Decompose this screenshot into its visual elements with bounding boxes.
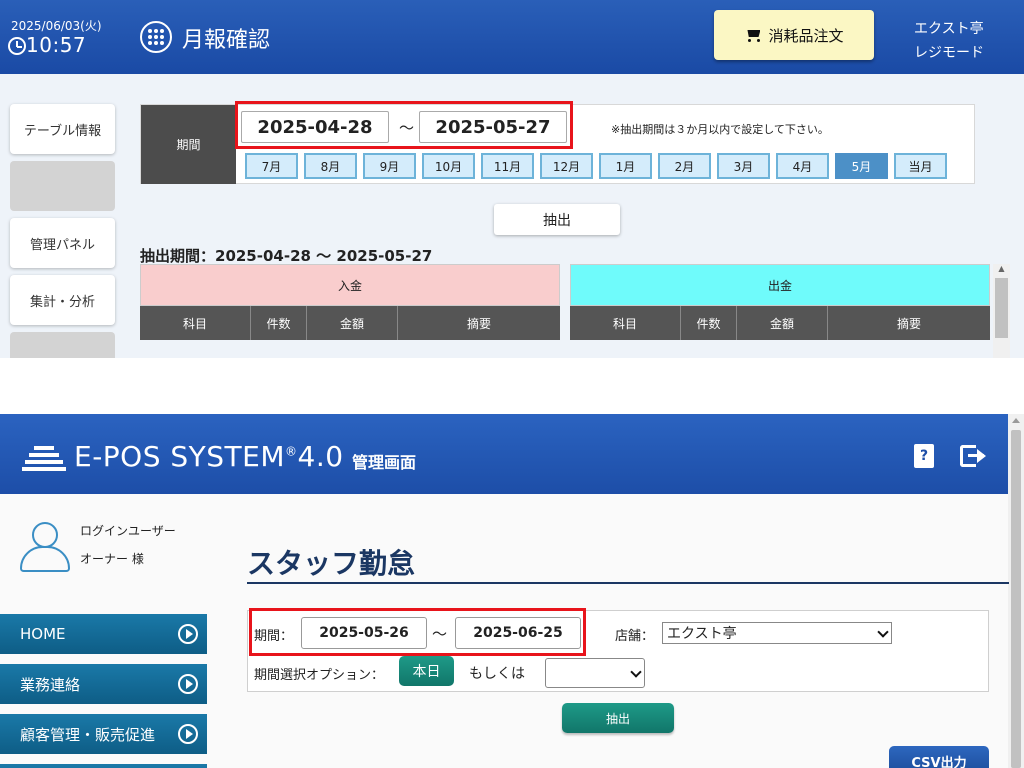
nav-item-label: 業務連絡 [20, 675, 81, 694]
extract-period-label: 抽出期間：2025-04-28 ～ 2025-05-27 [140, 247, 433, 265]
outgo-table: 出金 科目 件数 金額 摘要 [570, 264, 990, 358]
month-button[interactable]: 1月 [599, 153, 652, 179]
shop-name: エクスト亭 [914, 21, 984, 37]
month-button[interactable]: 11月 [481, 153, 534, 179]
column-header: 摘要 [896, 316, 921, 331]
nav-item-label: 顧客管理・販売促進 [20, 725, 156, 744]
logo-mark-icon [22, 446, 66, 472]
user-avatar-icon [20, 522, 70, 572]
today-button[interactable]: 本日 [399, 656, 454, 686]
scroll-thumb[interactable] [995, 278, 1008, 338]
logout-icon[interactable] [958, 443, 988, 469]
chevron-down-icon [630, 666, 642, 678]
outgo-header: 出金 [570, 264, 990, 306]
income-table: 入金 科目 件数 金額 摘要 [140, 264, 560, 358]
scroll-thumb[interactable] [1011, 430, 1021, 768]
logo-text: E-POS SYSTEM®4.0 [74, 440, 344, 473]
income-column-headers: 科目 件数 金額 摘要 [140, 306, 560, 340]
menu-grid-icon[interactable] [140, 21, 172, 53]
store-select[interactable]: エクスト亭 [662, 622, 892, 644]
sidebar-item-blank[interactable] [10, 161, 115, 211]
outgo-column-headers: 科目 件数 金額 摘要 [570, 306, 990, 340]
month-button[interactable]: 4月 [776, 153, 829, 179]
cart-icon [744, 28, 762, 42]
column-header: 件数 [681, 306, 737, 340]
table-scrollbar[interactable]: ▲ [993, 264, 1010, 358]
page-title: スタッフ勤怠 [247, 547, 416, 580]
play-circle-icon [178, 624, 198, 644]
title-divider [247, 582, 1009, 584]
month-button-active[interactable]: 5月 [835, 153, 888, 179]
nav-item-home[interactable]: HOME [0, 614, 207, 654]
column-header: 科目 [140, 306, 251, 340]
or-label: もしくは [469, 666, 525, 682]
order-supplies-label: 消耗品注文 [768, 26, 844, 45]
period-label: 期間 [141, 105, 236, 184]
nav-item-next[interactable] [0, 764, 207, 768]
scroll-up-icon[interactable] [1012, 418, 1020, 423]
month-button[interactable]: 12月 [540, 153, 593, 179]
nav-item-label: HOME [20, 625, 66, 643]
admin-label: 管理画面 [352, 453, 417, 472]
order-supplies-button[interactable]: 消耗品注文 [714, 10, 874, 60]
column-header: 科目 [570, 306, 681, 340]
store-label: 店舗： [615, 629, 655, 644]
csv-export-button[interactable]: CSV出力 [889, 746, 989, 768]
column-header: 金額 [737, 306, 828, 340]
extract-button[interactable]: 抽出 [562, 703, 674, 733]
column-header: 件数 [251, 306, 307, 340]
staff-attendance-screen: E-POS SYSTEM®4.0 管理画面 ? ログインユーザー オーナー 様 … [0, 414, 1024, 768]
login-user-label: ログインユーザー [80, 524, 176, 538]
nav-item-customer-management[interactable]: 顧客管理・販売促進 [0, 714, 207, 754]
current-time: 10:57 [26, 33, 87, 57]
highlight-box [235, 101, 573, 149]
play-circle-icon [178, 724, 198, 744]
monthly-report-screen: 2025/06/03(火) 10:57 月報確認 消耗品注文 エクスト亭 レジモ… [0, 0, 1024, 358]
user-name: オーナー 様 [80, 552, 144, 566]
month-button[interactable]: 10月 [422, 153, 475, 179]
income-header: 入金 [140, 264, 560, 306]
period-option-label: 期間選択オプション： [254, 668, 385, 683]
month-button[interactable]: 2月 [658, 153, 711, 179]
manual-book-icon[interactable]: ? [914, 444, 934, 468]
period-note: ※抽出期間は３か月以内で設定して下さい。 [611, 123, 829, 136]
nav-item-business-contact[interactable]: 業務連絡 [0, 664, 207, 704]
sidebar-item-analytics[interactable]: 集計・分析 [10, 275, 115, 325]
pos-header: 2025/06/03(火) 10:57 月報確認 消耗品注文 エクスト亭 レジモ… [0, 0, 1024, 74]
chevron-down-icon [877, 626, 889, 638]
highlight-box [249, 608, 586, 656]
column-header: 摘要 [466, 316, 491, 331]
month-buttons: 7月 8月 9月 10月 11月 12月 1月 2月 3月 4月 5月 当月 [245, 153, 947, 179]
period-option-select[interactable] [545, 658, 645, 688]
register-mode: レジモード [914, 45, 984, 61]
month-button[interactable]: 8月 [304, 153, 357, 179]
month-button[interactable]: 9月 [363, 153, 416, 179]
sidebar-item-blank[interactable] [10, 332, 115, 358]
page-title: 月報確認 [182, 28, 271, 53]
epos-header: E-POS SYSTEM®4.0 管理画面 ? [0, 414, 1008, 494]
month-button-current[interactable]: 当月 [894, 153, 947, 179]
sidebar-item-admin-panel[interactable]: 管理パネル [10, 218, 115, 268]
month-button[interactable]: 3月 [717, 153, 770, 179]
column-header: 金額 [307, 306, 398, 340]
play-circle-icon [178, 674, 198, 694]
current-date: 2025/06/03(火) [11, 19, 102, 33]
page-scrollbar[interactable] [1008, 414, 1024, 768]
scroll-up-icon[interactable]: ▲ [993, 264, 1010, 278]
extract-button[interactable]: 抽出 [494, 204, 620, 235]
sidebar-item-table-info[interactable]: テーブル情報 [10, 104, 115, 154]
clock-icon [8, 37, 26, 55]
store-select-value: エクスト亭 [667, 626, 737, 642]
month-button[interactable]: 7月 [245, 153, 298, 179]
